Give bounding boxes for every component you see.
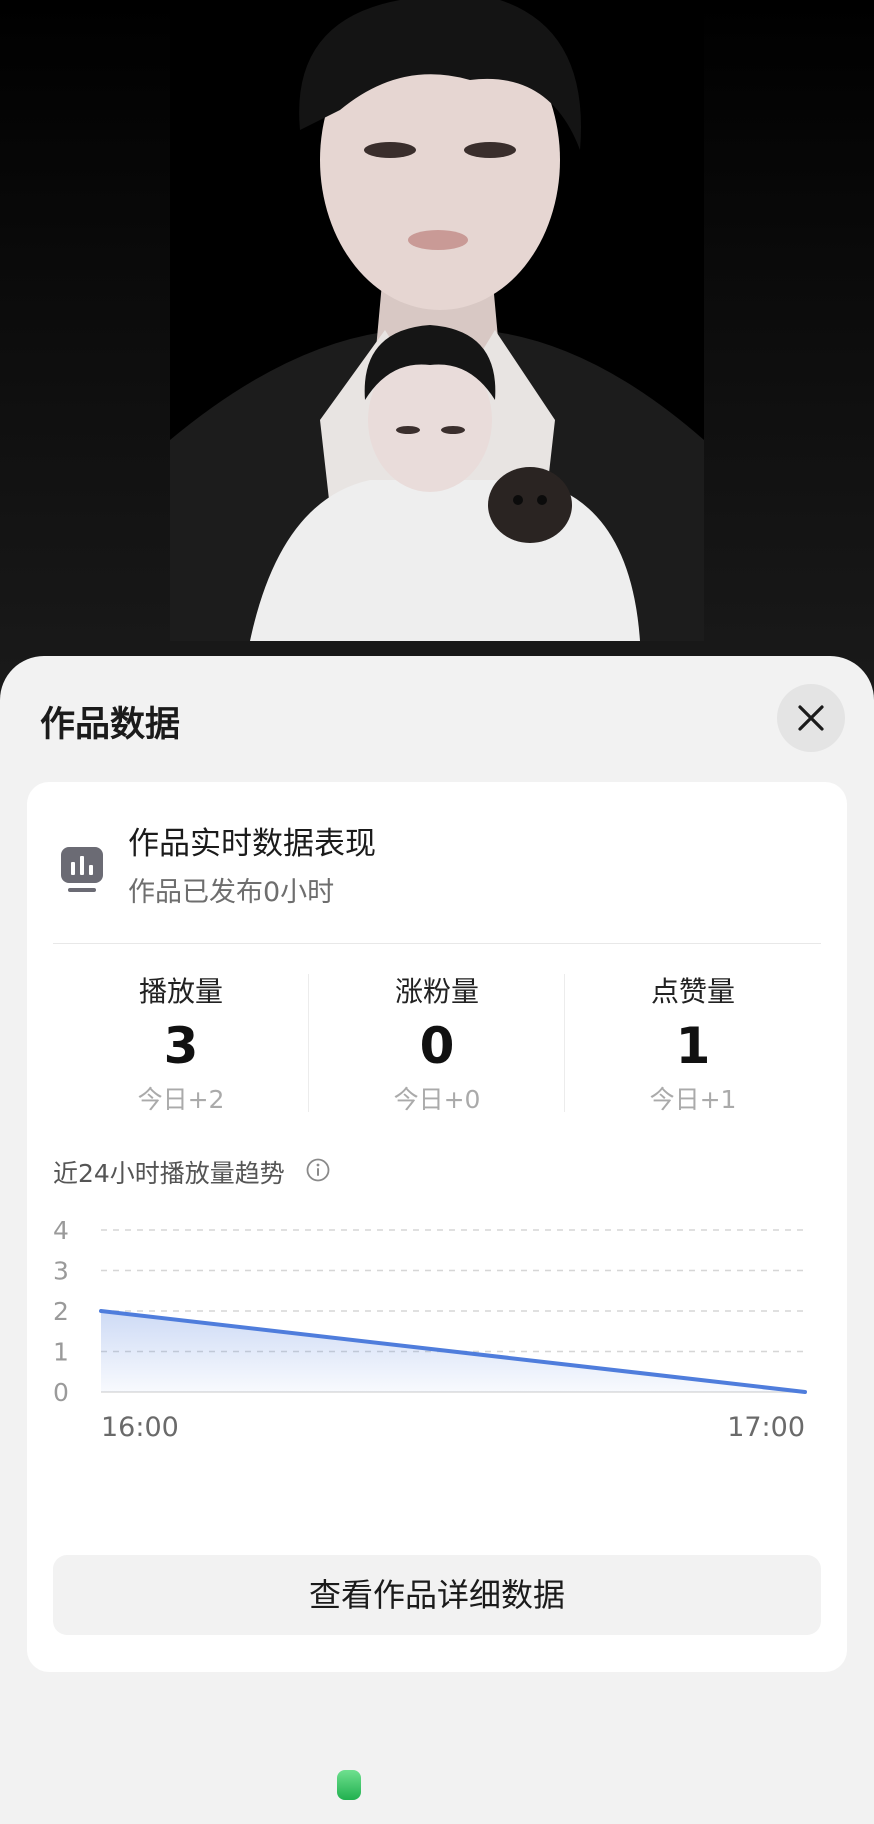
stat-label: 点赞量 bbox=[650, 975, 735, 1008]
artwork-image bbox=[170, 0, 704, 641]
stat-value: 1 bbox=[675, 1017, 711, 1075]
data-bottom-sheet: 作品数据 作品实时数据表现 作品已发布0小时 播放量 3 今日+2 涨粉量 0 … bbox=[0, 656, 874, 1824]
trend-title: 近24小时播放量趋势 bbox=[53, 1159, 285, 1188]
info-icon[interactable] bbox=[306, 1158, 330, 1182]
watermark-logo bbox=[337, 1770, 361, 1800]
stat-today: 今日+0 bbox=[393, 1085, 481, 1114]
stat-plays: 播放量 3 今日+2 bbox=[53, 972, 309, 1122]
work-data-card: 作品实时数据表现 作品已发布0小时 播放量 3 今日+2 涨粉量 0 今日+0 … bbox=[27, 782, 847, 1672]
bar-chart-icon bbox=[61, 847, 103, 892]
stat-today: 今日+2 bbox=[137, 1085, 225, 1114]
stat-value: 3 bbox=[163, 1017, 199, 1075]
trend-chart: 0 1 2 3 4 16:00 17:00 bbox=[53, 1216, 807, 1443]
close-icon bbox=[798, 705, 824, 731]
stat-likes: 点赞量 1 今日+1 bbox=[565, 972, 821, 1122]
stat-value: 0 bbox=[419, 1017, 455, 1075]
stat-today: 今日+1 bbox=[649, 1085, 737, 1114]
y-tick-label: 1 bbox=[53, 1338, 69, 1367]
view-details-button[interactable]: 查看作品详细数据 bbox=[53, 1555, 821, 1635]
stat-label: 播放量 bbox=[138, 975, 223, 1008]
close-button[interactable] bbox=[777, 684, 845, 752]
stat-label: 涨粉量 bbox=[394, 975, 479, 1008]
card-subtitle: 作品已发布0小时 bbox=[128, 877, 335, 908]
x-tick-label: 16:00 bbox=[101, 1412, 179, 1443]
stat-followers: 涨粉量 0 今日+0 bbox=[309, 972, 565, 1122]
card-title: 作品实时数据表现 bbox=[128, 826, 376, 862]
y-tick-label: 0 bbox=[53, 1378, 69, 1407]
y-tick-label: 4 bbox=[53, 1216, 69, 1245]
y-tick-label: 2 bbox=[53, 1297, 69, 1326]
divider bbox=[53, 943, 821, 944]
y-tick-label: 3 bbox=[53, 1257, 69, 1286]
sheet-title: 作品数据 bbox=[40, 705, 181, 745]
x-tick-label: 17:00 bbox=[727, 1412, 805, 1443]
